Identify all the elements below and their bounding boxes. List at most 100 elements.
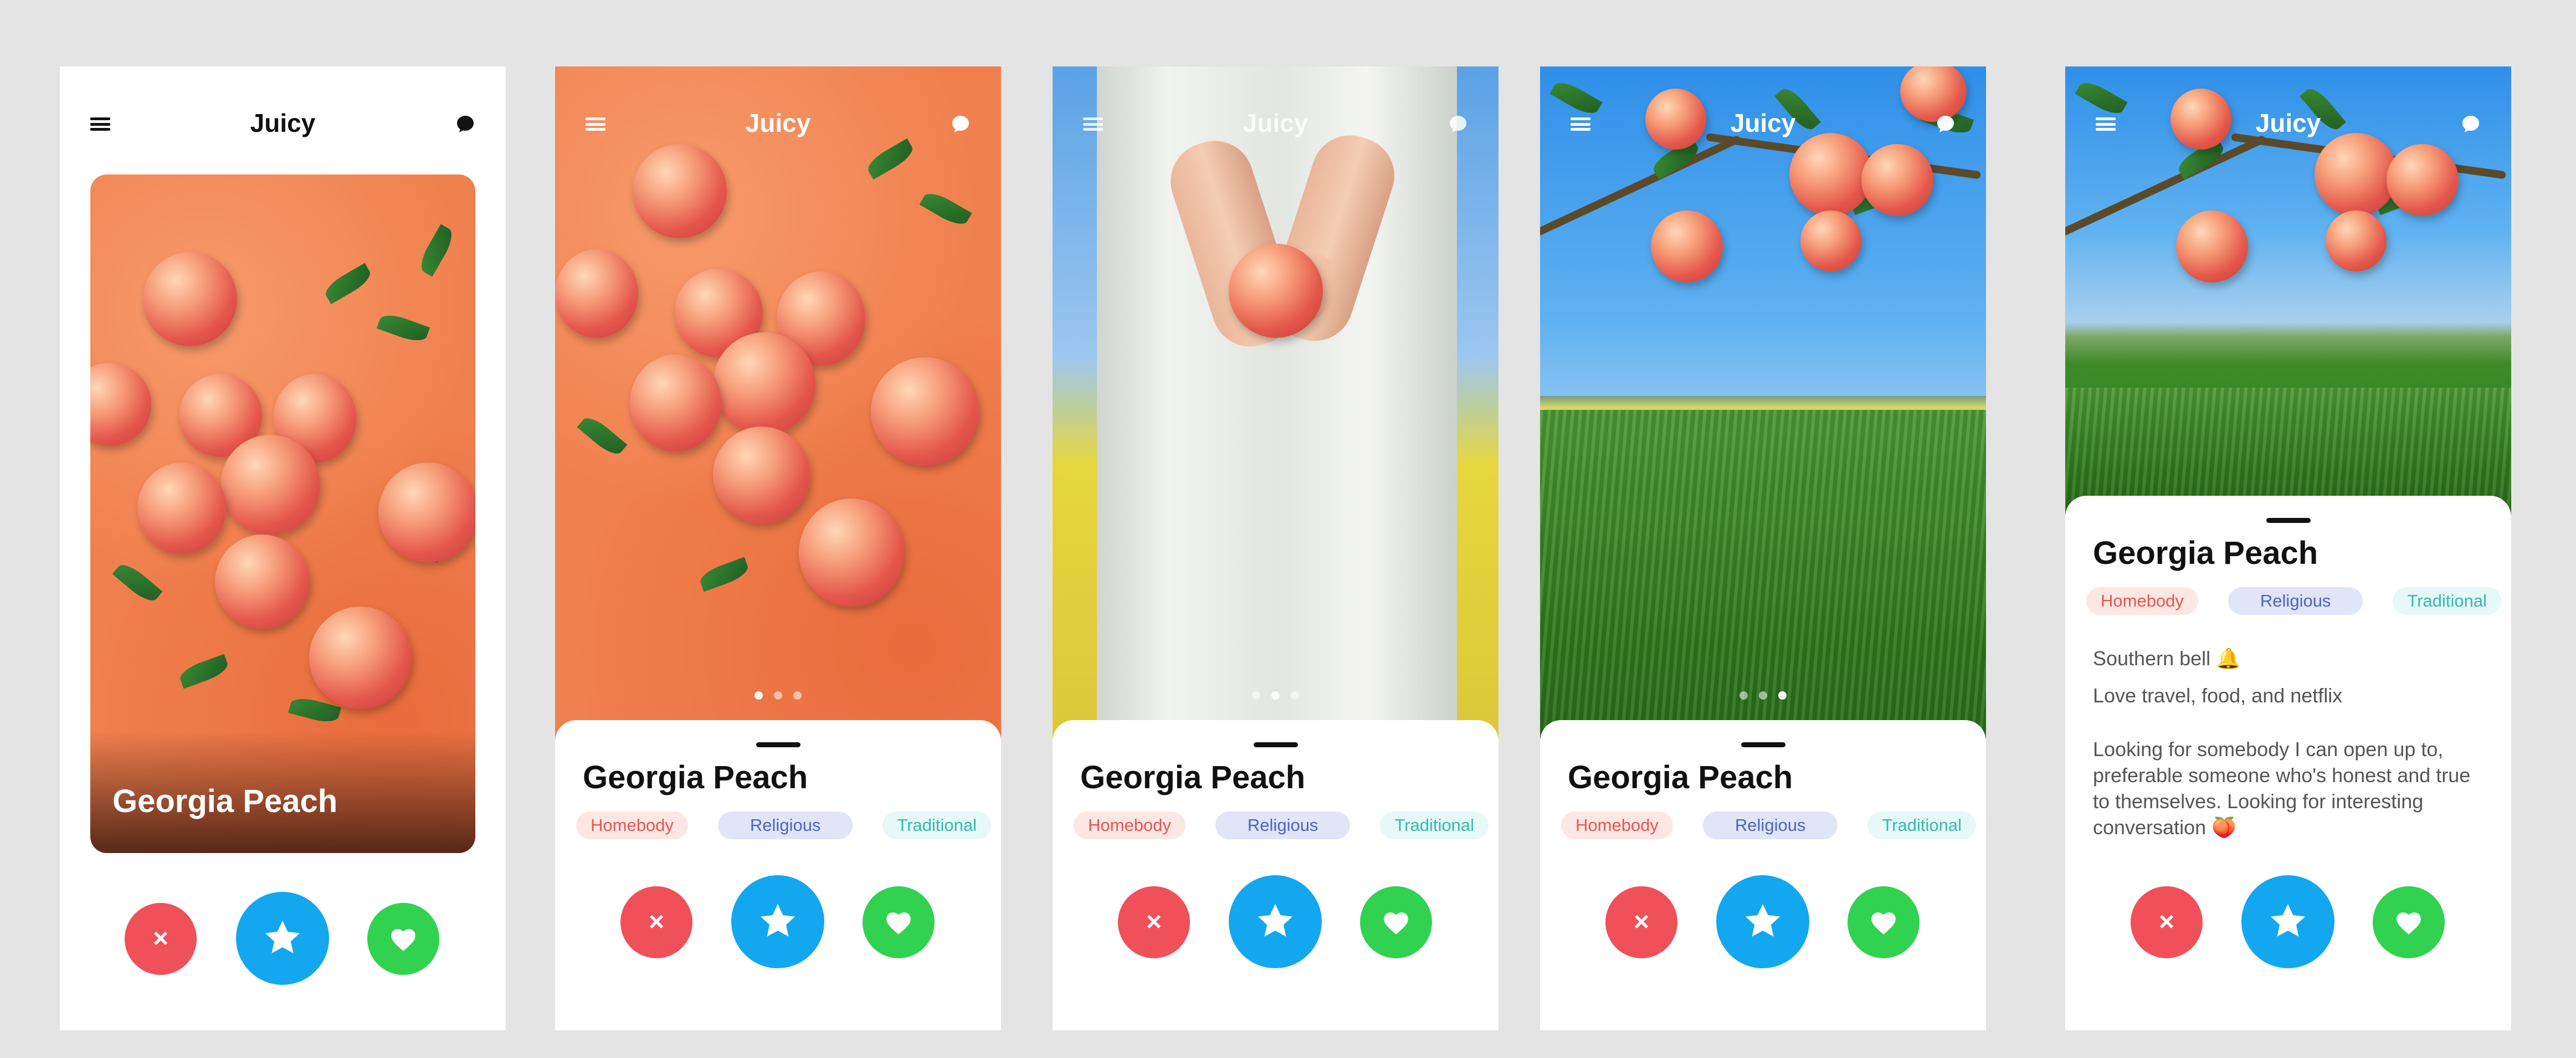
carousel-dot[interactable] bbox=[755, 691, 763, 700]
carousel-dot[interactable] bbox=[793, 691, 802, 700]
sheet-grabber[interactable] bbox=[1253, 742, 1298, 747]
heart-icon bbox=[886, 912, 911, 934]
app-title: Juicy bbox=[1730, 109, 1796, 137]
like-button[interactable] bbox=[367, 903, 439, 975]
profile-tags: Homebody Religious Traditional bbox=[2086, 587, 2502, 615]
close-x-icon: × bbox=[1633, 907, 1650, 937]
like-button[interactable] bbox=[1848, 886, 1920, 958]
tag-homebody: Homebody bbox=[1074, 812, 1186, 839]
action-bar: × bbox=[555, 875, 1001, 969]
profile-tags: Homebody Religious Traditional bbox=[1561, 812, 1977, 839]
action-bar: × bbox=[1540, 875, 1986, 969]
tag-religious: Religious bbox=[1702, 812, 1838, 839]
app-title: Juicy bbox=[250, 109, 316, 137]
star-icon bbox=[2270, 904, 2306, 937]
close-x-icon: × bbox=[2158, 907, 2175, 937]
like-button[interactable] bbox=[1360, 886, 1432, 958]
profile-name: Georgia Peach bbox=[2093, 535, 2318, 571]
screen-profile-photo-3: Juicy Georgia Peach Homebody Religious Tra… bbox=[1540, 66, 1986, 1030]
star-icon bbox=[265, 921, 300, 953]
carousel-dot[interactable] bbox=[1271, 691, 1280, 700]
heart-icon bbox=[391, 929, 415, 951]
heart-icon bbox=[1871, 912, 1896, 934]
chat-bubble-icon[interactable] bbox=[455, 114, 475, 134]
app-title: Juicy bbox=[1243, 109, 1308, 137]
heart-icon bbox=[1384, 912, 1408, 934]
bio-line-3: Looking for somebody I can open up to, p… bbox=[2093, 738, 2471, 839]
dislike-button[interactable]: × bbox=[125, 903, 197, 975]
profile-name: Georgia Peach bbox=[1080, 759, 1306, 795]
top-bar: Juicy bbox=[555, 66, 1001, 137]
tag-traditional: Traditional bbox=[1867, 812, 1977, 839]
like-button[interactable] bbox=[863, 886, 935, 958]
tag-traditional: Traditional bbox=[2393, 587, 2502, 615]
tag-religious: Religious bbox=[2228, 587, 2363, 615]
profile-tags: Homebody Religious Traditional bbox=[576, 812, 992, 839]
card-profile-name: Georgia Peach bbox=[112, 783, 338, 819]
carousel-dot[interactable] bbox=[1291, 691, 1299, 700]
profile-name: Georgia Peach bbox=[1568, 759, 1793, 795]
profile-name: Georgia Peach bbox=[583, 759, 808, 795]
dislike-button[interactable]: × bbox=[620, 886, 692, 958]
bio-line-2: Love travel, food, and netflix bbox=[2093, 684, 2343, 707]
screen-profile-photo-1: Juicy Georgia Peach Homebody Religious Tra… bbox=[555, 66, 1001, 1030]
photo-carousel-dots bbox=[1053, 691, 1499, 702]
profile-card[interactable]: Georgia Peach bbox=[90, 174, 475, 853]
screen-card-view: Juicy Georgia Peach × bbox=[60, 66, 506, 1030]
tag-traditional: Traditional bbox=[1380, 812, 1489, 839]
carousel-dot[interactable] bbox=[1252, 691, 1260, 700]
action-bar: × bbox=[2065, 875, 2511, 969]
carousel-dot[interactable] bbox=[774, 691, 782, 700]
carousel-dot[interactable] bbox=[1778, 691, 1787, 700]
tag-homebody: Homebody bbox=[1561, 812, 1673, 839]
bio-line-1: Southern bell 🔔 bbox=[2093, 647, 2241, 670]
heart-icon bbox=[2397, 912, 2421, 934]
top-bar: Juicy bbox=[60, 66, 506, 137]
carousel-dot[interactable] bbox=[1739, 691, 1748, 700]
sheet-grabber[interactable] bbox=[2266, 518, 2311, 523]
carousel-dot[interactable] bbox=[1759, 691, 1767, 700]
superlike-button[interactable] bbox=[2241, 875, 2334, 968]
sheet-grabber[interactable] bbox=[756, 742, 800, 747]
action-bar: × bbox=[1053, 875, 1499, 969]
close-x-icon: × bbox=[1146, 907, 1162, 937]
dislike-button[interactable]: × bbox=[1605, 886, 1677, 958]
close-x-icon: × bbox=[152, 924, 169, 953]
photo-carousel-dots bbox=[555, 691, 1001, 702]
chat-bubble-icon[interactable] bbox=[1936, 114, 1956, 134]
star-icon bbox=[1258, 904, 1293, 937]
profile-photo[interactable] bbox=[1053, 66, 1499, 792]
profile-photo[interactable] bbox=[1540, 66, 1986, 792]
tag-religious: Religious bbox=[1215, 812, 1351, 839]
screen-profile-photo-2: Juicy Georgia Peach Homebody Religious Tra… bbox=[1053, 66, 1499, 1030]
tag-homebody: Homebody bbox=[576, 812, 688, 839]
star-icon bbox=[1745, 904, 1780, 937]
close-x-icon: × bbox=[648, 907, 665, 937]
sheet-grabber[interactable] bbox=[1741, 742, 1785, 747]
dislike-button[interactable]: × bbox=[2131, 886, 2203, 958]
profile-photo[interactable] bbox=[555, 66, 1001, 792]
tag-homebody: Homebody bbox=[2086, 587, 2198, 615]
profile-bio: Southern bell 🔔 Love travel, food, and n… bbox=[2093, 645, 2492, 840]
superlike-button[interactable] bbox=[236, 892, 329, 985]
tag-traditional: Traditional bbox=[882, 812, 992, 839]
tag-religious: Religious bbox=[717, 812, 853, 839]
chat-bubble-icon[interactable] bbox=[1448, 114, 1468, 134]
chat-bubble-icon[interactable] bbox=[2461, 114, 2481, 134]
dislike-button[interactable]: × bbox=[1118, 886, 1190, 958]
top-bar: Juicy bbox=[2065, 66, 2511, 137]
photo-carousel-dots bbox=[1540, 691, 1986, 702]
superlike-button[interactable] bbox=[731, 875, 824, 968]
like-button[interactable] bbox=[2373, 886, 2445, 958]
superlike-button[interactable] bbox=[1716, 875, 1809, 968]
profile-tags: Homebody Religious Traditional bbox=[1074, 812, 1489, 839]
app-title: Juicy bbox=[2255, 109, 2321, 137]
screen-profile-expanded: Juicy Georgia Peach Homebody Religious Tra… bbox=[2065, 66, 2511, 1030]
top-bar: Juicy bbox=[1053, 66, 1499, 137]
top-bar: Juicy bbox=[1540, 66, 1986, 137]
chat-bubble-icon[interactable] bbox=[951, 114, 971, 134]
superlike-button[interactable] bbox=[1229, 875, 1322, 968]
app-title: Juicy bbox=[745, 109, 811, 137]
action-bar: × bbox=[60, 892, 506, 986]
star-icon bbox=[760, 904, 796, 937]
